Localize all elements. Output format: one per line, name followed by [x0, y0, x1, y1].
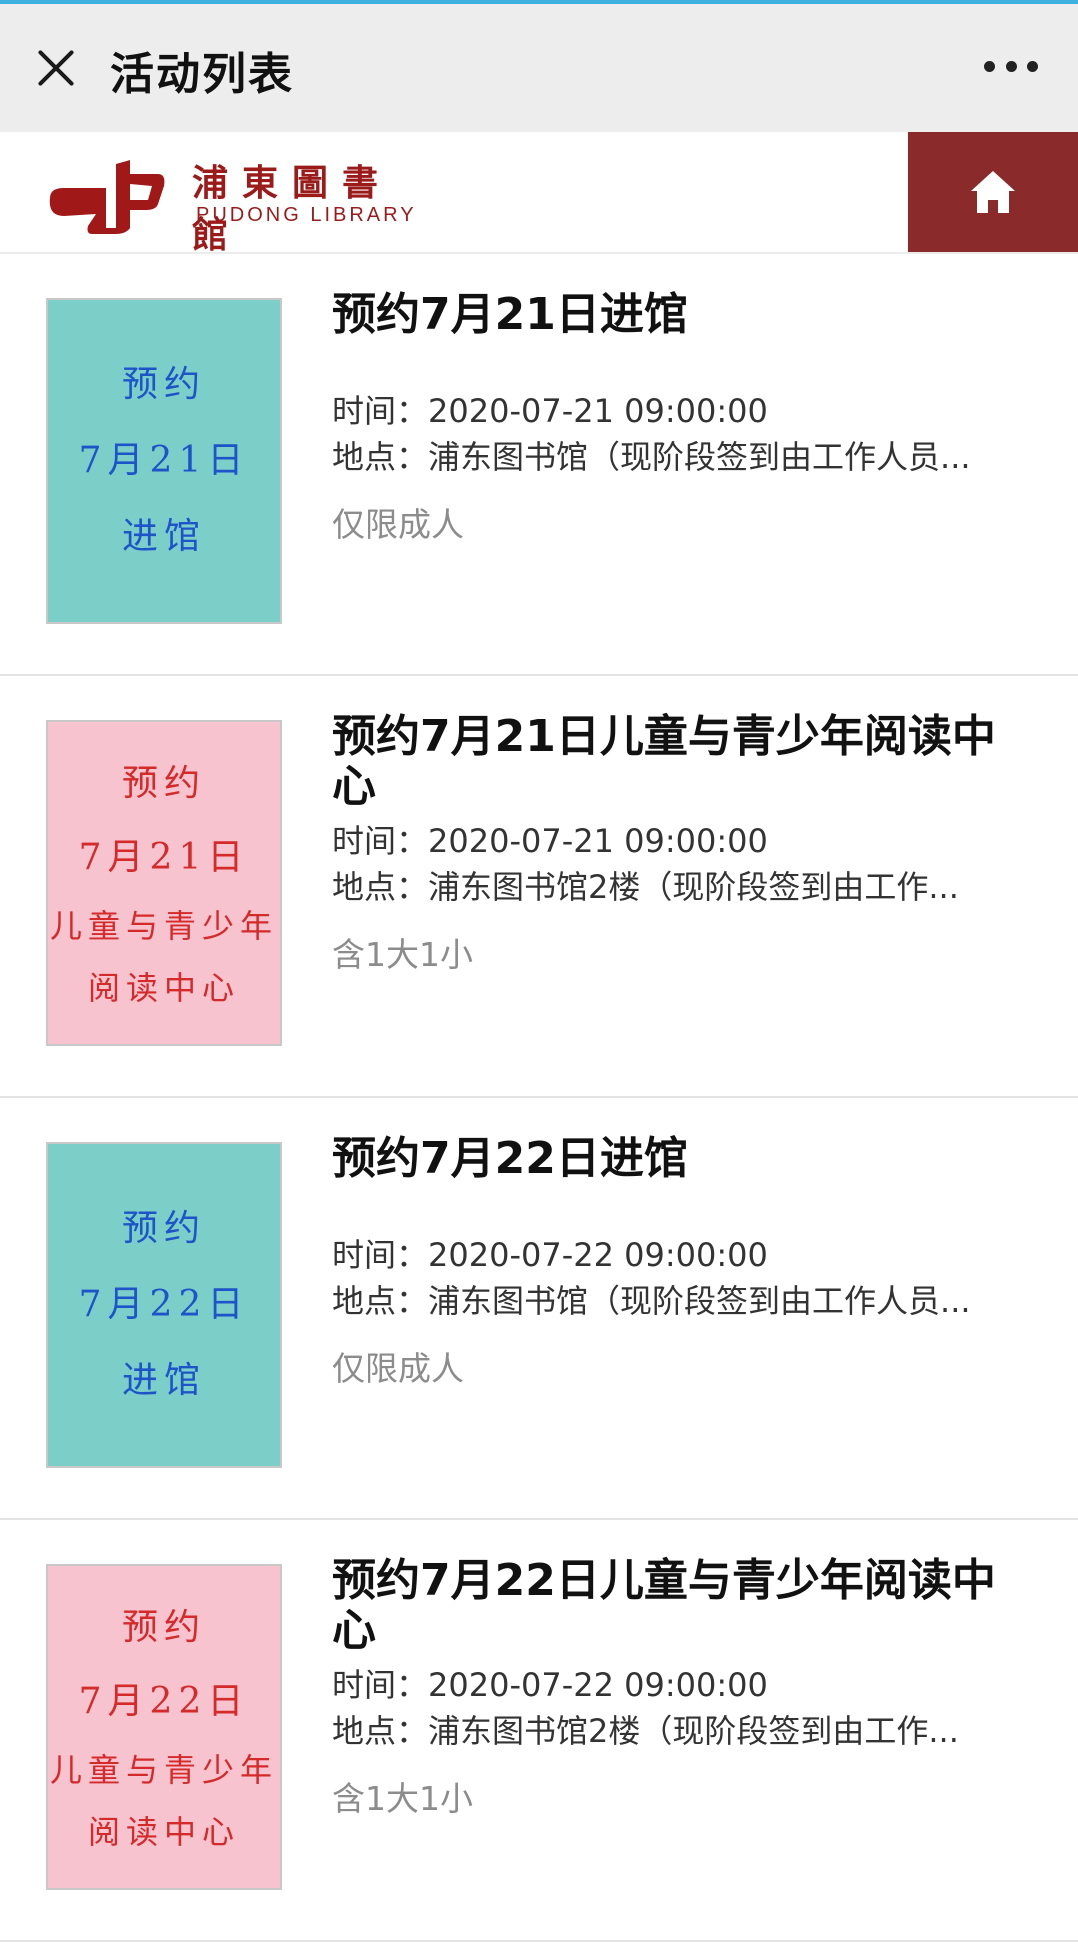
thumbnail-line: 阅读中心 — [87, 969, 240, 1007]
place-value: 浦东图书馆（现阶段签到由工作人员... — [428, 1282, 971, 1320]
thumbnail-line: 进馆 — [121, 516, 206, 557]
place-label: 地点： — [332, 1712, 429, 1750]
activity-item[interactable]: 预约 7月22日 进馆 预约7月22日进馆 时间：2020-07-22 09:0… — [0, 1098, 1078, 1520]
place-value: 浦东图书馆（现阶段签到由工作人员... — [428, 438, 971, 476]
thumbnail-line: 7月21日 — [78, 837, 250, 878]
thumbnail-line: 预约 — [121, 1607, 206, 1648]
activity-info: 预约7月22日进馆 时间：2020-07-22 09:00:00 地点：浦东图书… — [332, 1134, 1032, 1390]
activity-tag: 仅限成人 — [332, 505, 464, 544]
place-label: 地点： — [332, 868, 429, 906]
site-header: 浦東圖書館 PUDONG LIBRARY — [0, 132, 1078, 256]
thumbnail-line: 儿童与青少年 — [49, 907, 278, 945]
logo-mark-icon — [49, 160, 165, 234]
place-label: 地点： — [332, 1282, 429, 1320]
close-icon[interactable] — [30, 42, 82, 94]
thumbnail-line: 预约 — [121, 1208, 206, 1249]
thumbnail-line: 7月22日 — [78, 1681, 250, 1722]
activity-info: 预约7月21日儿童与青少年阅读中心 时间：2020-07-21 09:00:00… — [332, 712, 1032, 976]
activity-time: 时间：2020-07-21 09:00:00 — [332, 388, 1032, 434]
time-value: 2020-07-21 09:00:00 — [428, 822, 768, 860]
time-value: 2020-07-22 09:00:00 — [428, 1236, 768, 1274]
place-label: 地点： — [332, 438, 429, 476]
thumbnail-line: 预约 — [121, 364, 206, 405]
library-logo[interactable]: 浦東圖書館 PUDONG LIBRARY — [46, 154, 426, 256]
activity-time: 时间：2020-07-22 09:00:00 — [332, 1232, 1032, 1278]
home-icon — [971, 171, 1015, 213]
activity-item[interactable]: 预约 7月21日 儿童与青少年 阅读中心 预约7月21日儿童与青少年阅读中心 时… — [0, 676, 1078, 1098]
more-icon[interactable] — [984, 54, 1038, 78]
activity-thumbnail: 预约 7月22日 儿童与青少年 阅读中心 — [46, 1564, 282, 1890]
activity-time: 时间：2020-07-21 09:00:00 — [332, 818, 1032, 864]
activity-tag: 含1大1小 — [332, 935, 473, 974]
activity-place: 地点：浦东图书馆2楼（现阶段签到由工作... — [332, 1708, 1032, 1754]
activity-place: 地点：浦东图书馆2楼（现阶段签到由工作... — [332, 864, 1032, 910]
activity-info: 预约7月21日进馆 时间：2020-07-21 09:00:00 地点：浦东图书… — [332, 290, 1032, 546]
activity-time: 时间：2020-07-22 09:00:00 — [332, 1662, 1032, 1708]
time-label: 时间： — [332, 822, 429, 860]
activity-item[interactable]: 预约 7月21日 进馆 预约7月21日进馆 时间：2020-07-21 09:0… — [0, 254, 1078, 676]
time-label: 时间： — [332, 1666, 429, 1704]
home-button[interactable] — [908, 132, 1078, 252]
activity-title: 预约7月22日进馆 — [332, 1133, 688, 1184]
thumbnail-line: 7月22日 — [78, 1284, 250, 1325]
navbar: 活动列表 — [0, 4, 1078, 132]
logo-english-text: PUDONG LIBRARY — [196, 204, 417, 226]
activity-place: 地点：浦东图书馆（现阶段签到由工作人员... — [332, 1278, 1032, 1324]
activity-title: 预约7月21日进馆 — [332, 289, 688, 340]
activity-list: 预约 7月21日 进馆 预约7月21日进馆 时间：2020-07-21 09:0… — [0, 254, 1078, 1942]
time-label: 时间： — [332, 1236, 429, 1274]
thumbnail-line: 进馆 — [121, 1360, 206, 1401]
activity-tag: 仅限成人 — [332, 1349, 464, 1388]
activity-item[interactable]: 预约 7月22日 儿童与青少年 阅读中心 预约7月22日儿童与青少年阅读中心 时… — [0, 1520, 1078, 1942]
activity-info: 预约7月22日儿童与青少年阅读中心 时间：2020-07-22 09:00:00… — [332, 1556, 1032, 1820]
time-value: 2020-07-22 09:00:00 — [428, 1666, 768, 1704]
activity-thumbnail: 预约 7月21日 进馆 — [46, 298, 282, 624]
activity-title: 预约7月22日儿童与青少年阅读中心 — [332, 1555, 996, 1656]
activity-place: 地点：浦东图书馆（现阶段签到由工作人员... — [332, 434, 1032, 480]
activity-thumbnail: 预约 7月22日 进馆 — [46, 1142, 282, 1468]
place-value: 浦东图书馆2楼（现阶段签到由工作... — [428, 868, 959, 906]
page-title: 活动列表 — [110, 49, 294, 100]
thumbnail-line: 儿童与青少年 — [49, 1751, 278, 1789]
activity-tag: 含1大1小 — [332, 1779, 473, 1818]
activity-thumbnail: 预约 7月21日 儿童与青少年 阅读中心 — [46, 720, 282, 1046]
thumbnail-line: 预约 — [121, 763, 206, 804]
thumbnail-line: 7月21日 — [78, 440, 250, 481]
time-label: 时间： — [332, 392, 429, 430]
time-value: 2020-07-21 09:00:00 — [428, 392, 768, 430]
place-value: 浦东图书馆2楼（现阶段签到由工作... — [428, 1712, 959, 1750]
activity-title: 预约7月21日儿童与青少年阅读中心 — [332, 711, 996, 812]
thumbnail-line: 阅读中心 — [87, 1813, 240, 1851]
